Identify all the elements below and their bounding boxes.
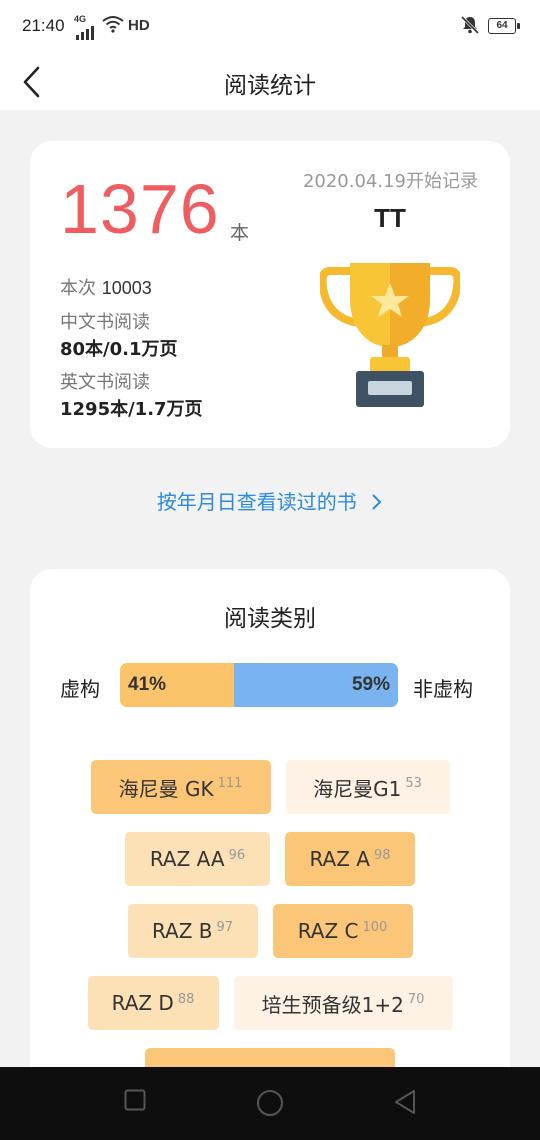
summary-card: 1376 本 本次 10003 中文书阅读 80本/0.1万页 英文书阅读 12… (30, 141, 510, 448)
back-triangle-icon[interactable] (393, 1089, 417, 1115)
recent-apps-icon[interactable] (124, 1089, 146, 1111)
this-time-stat: 本次 10003 (60, 274, 152, 300)
total-books-count: 1376 (60, 170, 220, 248)
category-tag[interactable]: RAZ AA 96 (125, 832, 270, 886)
fiction-segment: 41% (120, 663, 234, 707)
category-tag[interactable]: RAZ D 88 (87, 976, 219, 1030)
status-time: 21:40 (22, 16, 65, 35)
fiction-label: 虚构 (60, 677, 100, 701)
record-start-date: 2020.04.19开始记录 (302, 171, 478, 192)
this-time-label: 本次 (60, 278, 96, 299)
fiction-ratio-bar: 41% 59% (120, 663, 398, 707)
category-tag[interactable]: RAZ B 97 (127, 904, 258, 958)
this-time-value: 10003 (101, 278, 152, 298)
category-tags: 海尼曼 GK 111 海尼曼G1 53 RAZ AA 96 RAZ A 98 RAZ B… (30, 760, 510, 1120)
category-tag[interactable]: RAZ A 98 (285, 832, 415, 886)
page-title: 阅读统计 (224, 73, 316, 99)
system-navigation-bar (0, 1067, 540, 1140)
trophy-icon (320, 263, 460, 407)
hd-indicator: HD (128, 17, 150, 34)
nonfiction-segment: 59% (233, 663, 398, 707)
nonfiction-percent: 59% (351, 674, 390, 695)
wifi-icon (102, 16, 124, 33)
category-title: 阅读类别 (224, 606, 316, 632)
english-reading-value: 1295本/1.7万页 (60, 399, 203, 420)
status-bar: 21:40 4G HD 64 (0, 0, 540, 56)
chevron-right-icon (372, 494, 382, 510)
category-tag[interactable]: 海尼曼 GK 111 (90, 760, 271, 814)
battery-icon: 64 (488, 18, 520, 34)
view-read-books-link[interactable]: 按年月日查看读过的书 (0, 486, 540, 515)
home-icon[interactable] (256, 1089, 284, 1117)
chinese-reading-label: 中文书阅读 (60, 312, 150, 333)
reading-category-card: 阅读类别 虚构 41% 59% 非虚构 海尼曼 GK 111 海尼曼G1 53 RA… (30, 569, 510, 1129)
fiction-percent: 41% (128, 674, 167, 695)
view-read-books-label: 按年月日查看读过的书 (156, 490, 357, 514)
mute-bell-icon (460, 15, 480, 35)
signal-icon (76, 22, 96, 40)
english-reading-label: 英文书阅读 (60, 372, 150, 393)
category-tag[interactable]: 培生预备级1+2 70 (233, 976, 453, 1030)
nonfiction-label: 非虚构 (413, 677, 473, 701)
navigation-bar: 阅读统计 (0, 56, 540, 110)
total-books-unit: 本 (230, 222, 250, 244)
user-name: TT (374, 203, 406, 233)
chinese-reading-value: 80本/0.1万页 (60, 339, 178, 360)
category-tag[interactable]: 海尼曼G1 53 (285, 760, 450, 814)
category-tag[interactable]: RAZ C 100 (272, 904, 413, 958)
